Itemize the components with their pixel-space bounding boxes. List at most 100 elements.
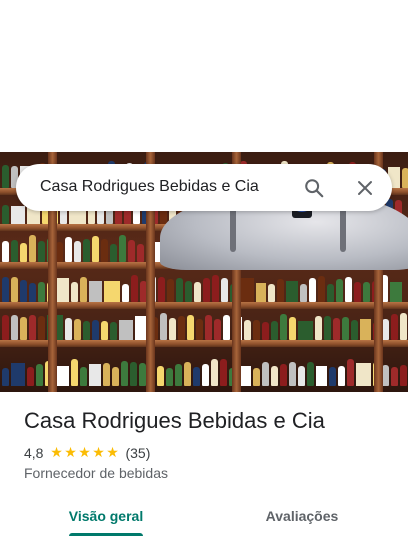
bottle xyxy=(27,367,34,386)
bottle xyxy=(351,320,358,340)
bottle xyxy=(338,366,345,386)
bottle xyxy=(130,362,137,386)
bottle xyxy=(158,277,165,302)
bottle xyxy=(83,321,90,340)
bottle xyxy=(354,282,361,302)
bottle xyxy=(212,275,219,302)
place-title: Casa Rodrigues Bebidas e Cia xyxy=(24,408,325,433)
bottle xyxy=(347,359,354,386)
close-icon[interactable] xyxy=(351,174,379,202)
bottle xyxy=(193,367,200,386)
bottle xyxy=(277,279,284,302)
bottle xyxy=(402,168,408,188)
bottle xyxy=(56,242,63,262)
gift-box xyxy=(89,364,101,386)
bottle xyxy=(221,278,228,302)
bottle xyxy=(289,317,296,340)
bottle xyxy=(244,320,251,340)
bottle xyxy=(83,239,90,262)
search-query[interactable]: Casa Rodrigues Bebidas e Cia xyxy=(40,178,259,196)
review-count[interactable]: (35) xyxy=(125,445,150,461)
bottle xyxy=(280,364,287,386)
bottle xyxy=(20,317,27,340)
bottle xyxy=(205,315,212,340)
bottle xyxy=(271,321,278,340)
bottle xyxy=(71,282,78,302)
bottle xyxy=(280,314,287,340)
bottle xyxy=(11,315,18,340)
bottle xyxy=(29,235,36,262)
gift-box xyxy=(316,366,327,386)
bottle xyxy=(185,281,192,302)
bottle xyxy=(382,319,389,340)
gift-box xyxy=(119,320,133,340)
bottle xyxy=(110,244,117,262)
bottle xyxy=(184,362,191,386)
bottle xyxy=(400,365,407,386)
tab-reviews[interactable]: Avaliações xyxy=(250,496,354,536)
bottle-row xyxy=(0,272,408,302)
rating-value: 4,8 xyxy=(24,445,44,461)
bottle xyxy=(194,282,201,302)
bottle-row xyxy=(0,356,408,386)
bottle xyxy=(363,282,370,302)
bottle xyxy=(253,320,260,340)
star-icon: ★ xyxy=(78,445,91,461)
bottle xyxy=(214,319,221,340)
bottle-row xyxy=(0,310,408,340)
bottle xyxy=(391,367,398,386)
bottle xyxy=(119,235,126,262)
bottle xyxy=(128,240,135,262)
tab-overview[interactable]: Visão geral xyxy=(56,496,156,536)
bottle xyxy=(329,367,336,386)
bottle xyxy=(121,361,128,386)
gift-box xyxy=(89,281,102,302)
bottle xyxy=(2,165,9,188)
rating-row[interactable]: 4,8 ★ ★ ★ ★ ★ (35) xyxy=(24,444,150,462)
bottle xyxy=(80,367,87,386)
bottle xyxy=(253,368,260,386)
bottle xyxy=(382,365,389,386)
star-icon: ★ xyxy=(92,445,105,461)
blank-top-area xyxy=(0,0,408,152)
bottle xyxy=(11,240,18,262)
place-category: Fornecedor de bebidas xyxy=(24,465,168,481)
bottle xyxy=(298,366,305,386)
gift-box xyxy=(286,281,298,302)
bottle xyxy=(139,363,146,386)
bottle xyxy=(74,319,81,340)
bottle xyxy=(176,278,183,302)
bottle xyxy=(336,279,343,302)
search-icon[interactable] xyxy=(300,174,328,202)
gift-box xyxy=(360,319,371,340)
bottle xyxy=(101,321,108,340)
bottle xyxy=(196,319,203,340)
bottle xyxy=(122,284,129,302)
bottle xyxy=(2,241,9,262)
search-bar[interactable]: Casa Rodrigues Bebidas e Cia xyxy=(16,164,392,211)
bottle xyxy=(36,364,43,386)
bottle xyxy=(315,316,322,340)
gift-box xyxy=(256,283,266,302)
bottle xyxy=(38,282,45,302)
bottle xyxy=(391,314,398,340)
bottle xyxy=(74,241,81,262)
bottle xyxy=(187,315,194,340)
bottle xyxy=(103,363,110,386)
active-tab-indicator xyxy=(69,533,143,536)
bottle xyxy=(223,315,230,340)
bottle xyxy=(262,322,269,340)
bottle xyxy=(175,364,182,386)
bottle xyxy=(38,316,45,340)
bottle xyxy=(160,313,167,340)
bottle xyxy=(203,278,210,302)
bottle xyxy=(169,318,176,340)
bottle xyxy=(2,368,9,386)
bottle xyxy=(262,362,269,386)
bottle xyxy=(2,315,9,340)
bottle xyxy=(333,318,340,340)
bottle xyxy=(11,277,18,302)
bottle xyxy=(65,237,72,262)
bottle xyxy=(2,277,9,302)
bottle xyxy=(92,320,99,340)
